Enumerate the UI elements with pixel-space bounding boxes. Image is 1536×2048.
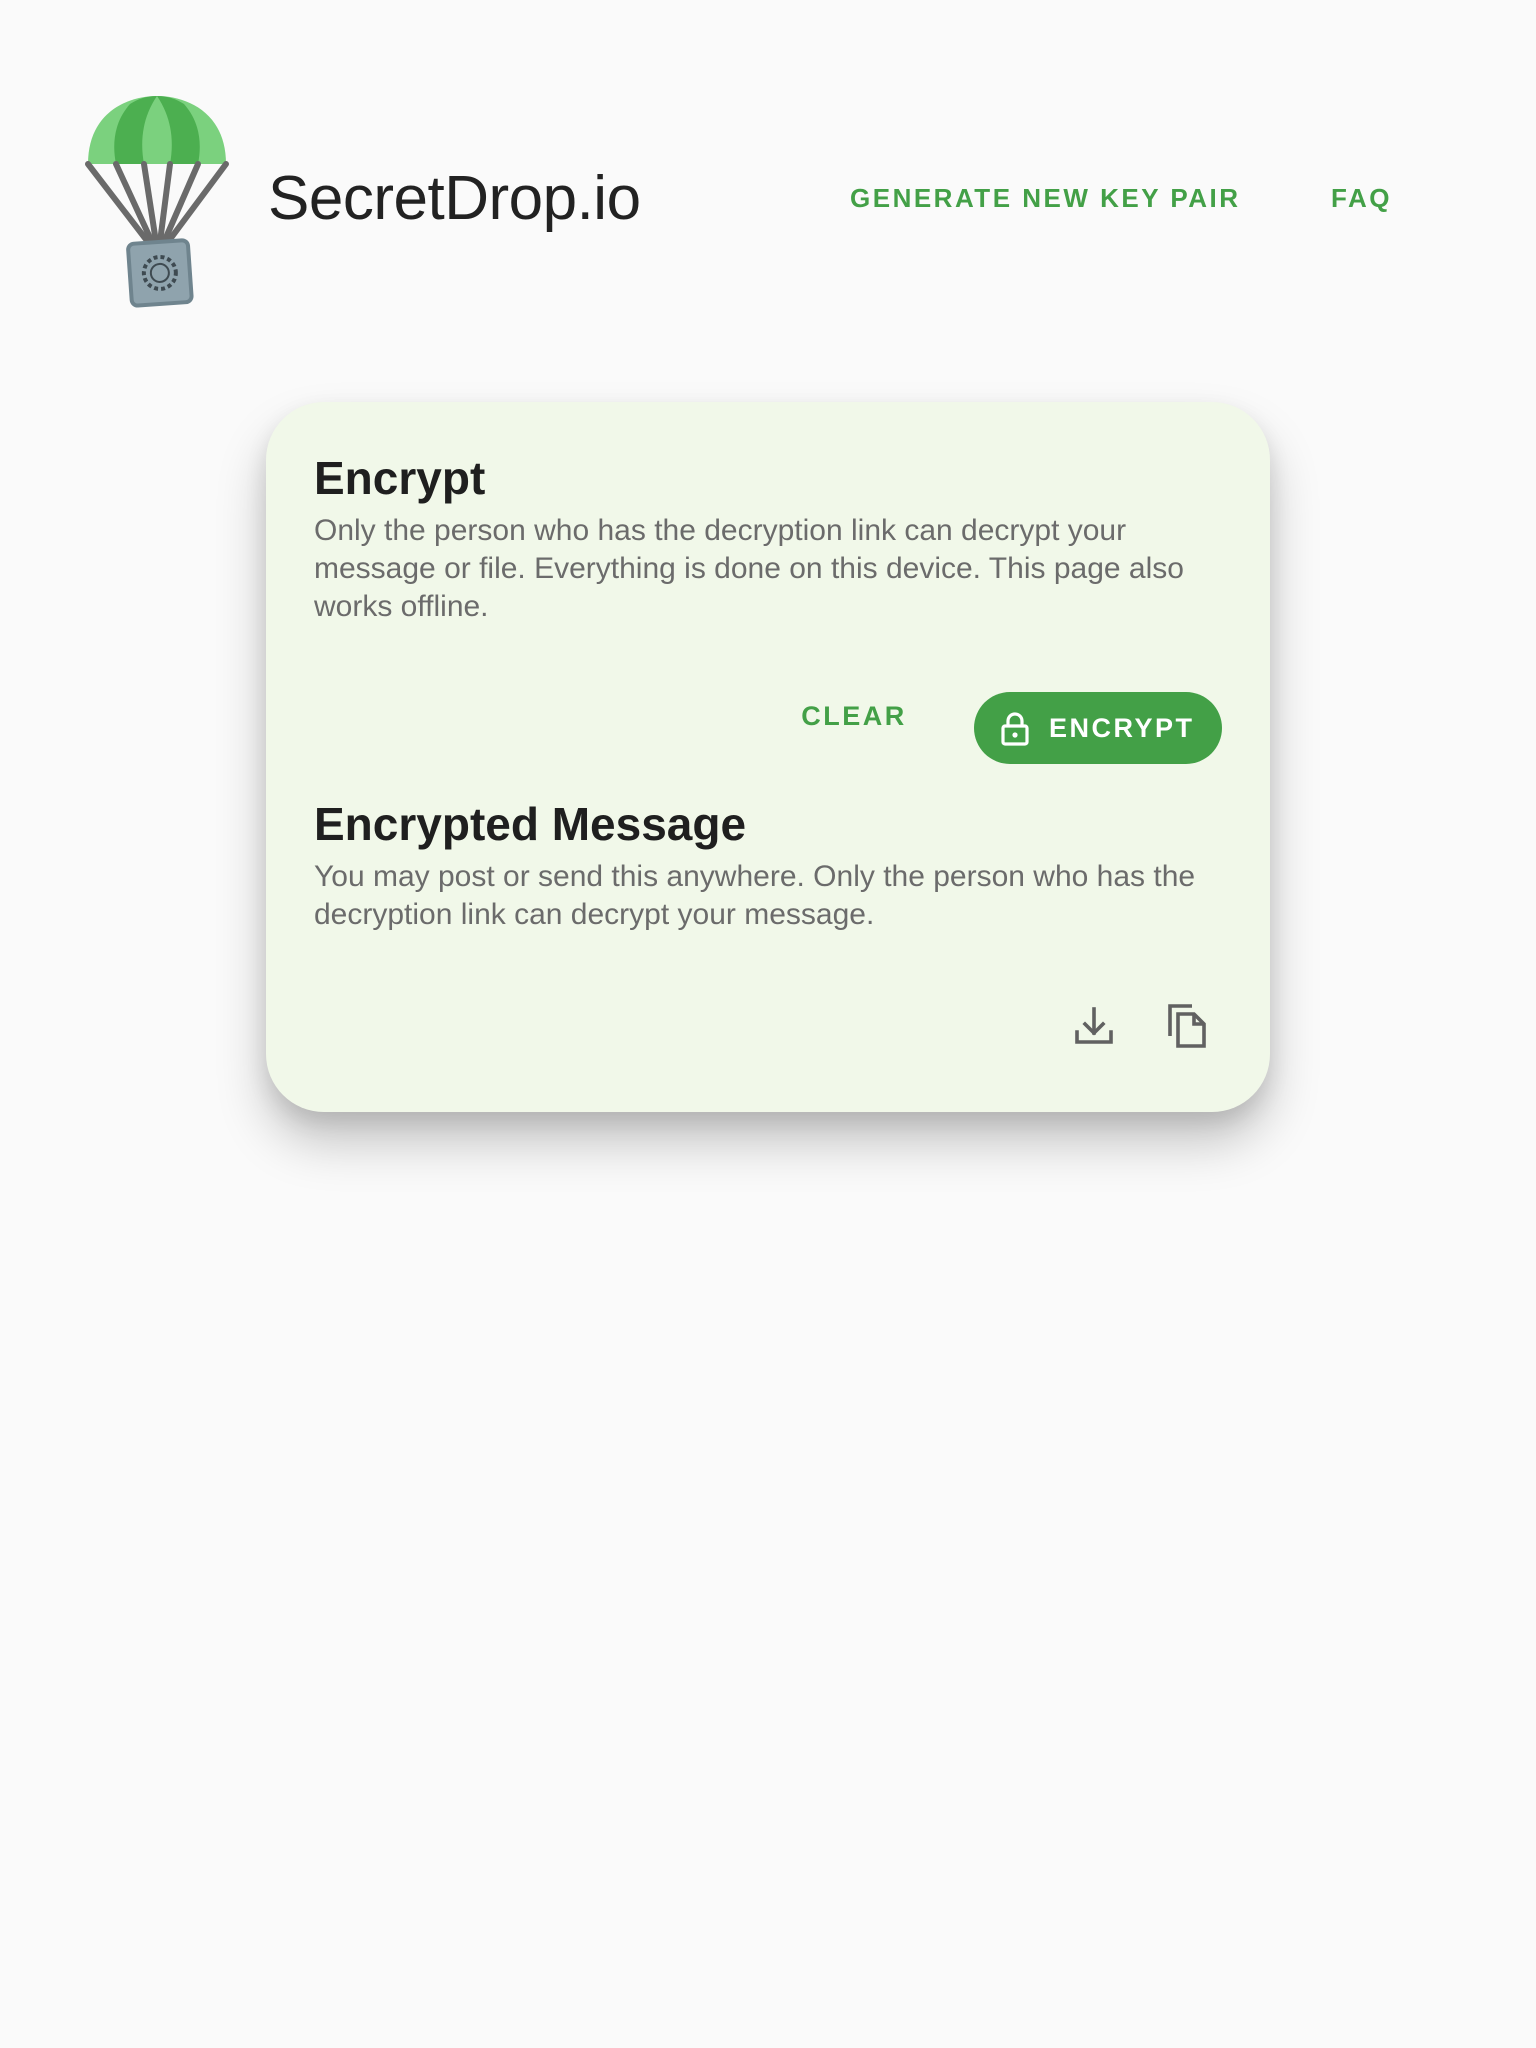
download-button[interactable] [1068,1000,1120,1052]
download-icon [1075,1007,1113,1044]
parachute-logo-icon [85,96,229,308]
encrypt-button[interactable]: ENCRYPT [974,692,1222,764]
lock-icon [1001,712,1029,746]
brand-title: SecretDrop.io [268,164,641,233]
faq-link[interactable]: FAQ [1331,178,1392,218]
generate-key-pair-link[interactable]: GENERATE NEW KEY PAIR [850,178,1241,218]
encrypt-card: Encrypt Only the person who has the decr… [266,402,1270,1112]
encrypted-message-title: Encrypted Message [314,798,747,850]
encrypt-description: Only the person who has the decryption l… [314,514,1184,623]
encrypted-message-description: You may post or send this anywhere. Only… [314,860,1196,931]
encrypt-title: Encrypt [314,452,486,504]
copy-button[interactable] [1162,1000,1214,1052]
copy-icon [1168,1004,1206,1048]
clear-button[interactable]: CLEAR [794,692,914,740]
app-header: SecretDrop.io GENERATE NEW KEY PAIR FAQ [0,0,1536,330]
encrypt-button-label: ENCRYPT [1049,713,1195,743]
